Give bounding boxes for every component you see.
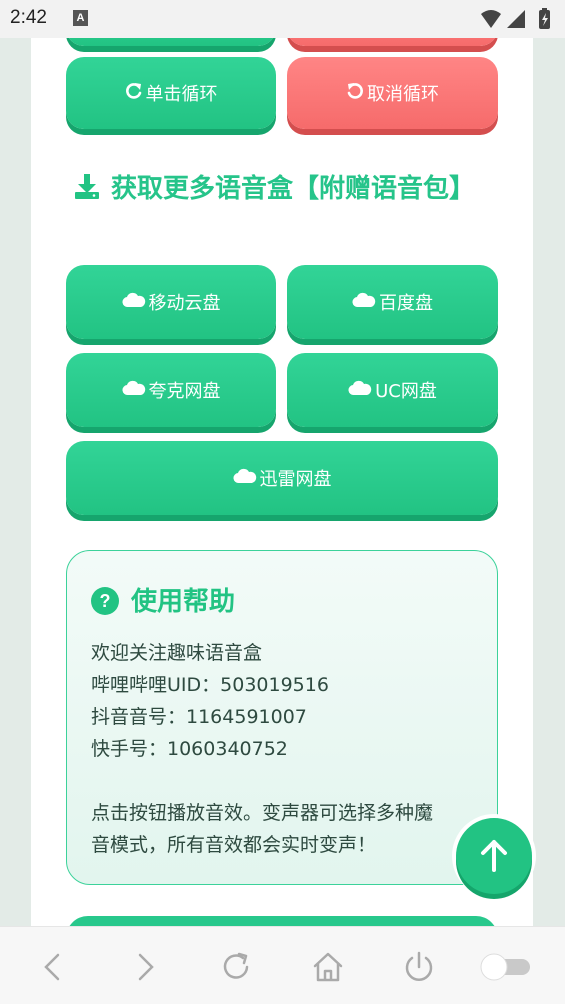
- status-icons: [481, 8, 550, 29]
- cloud-icon: [121, 292, 146, 313]
- quark-cloud-button[interactable]: 夸克网盘: [66, 353, 276, 427]
- next-section-header: [66, 916, 498, 926]
- baidu-cloud-button[interactable]: 百度盘: [287, 265, 498, 339]
- help-title: ? 使用帮助: [91, 581, 235, 618]
- mobile-cloud-button[interactable]: 移动云盘: [66, 265, 276, 339]
- back-icon[interactable]: [36, 949, 72, 985]
- toggle-switch[interactable]: [478, 951, 534, 983]
- uc-cloud-button[interactable]: UC网盘: [287, 353, 498, 427]
- download-icon: [75, 174, 99, 199]
- home-icon[interactable]: [310, 949, 346, 985]
- help-title-text: 使用帮助: [131, 587, 236, 617]
- forward-icon[interactable]: [126, 949, 162, 985]
- help-line-instructions-2: 音模式，所有音效都会实时变声！: [91, 834, 377, 856]
- baidu-cloud-label: 百度盘: [379, 293, 433, 314]
- redo-icon: [125, 82, 143, 105]
- mobile-cloud-label: 移动云盘: [148, 293, 221, 314]
- help-line-welcome: 欢迎关注趣味语音盒: [91, 642, 263, 664]
- xunlei-cloud-button[interactable]: 迅雷网盘: [66, 441, 498, 515]
- arrow-up-icon: [481, 840, 507, 872]
- cloud-icon: [232, 468, 257, 489]
- status-time: 2:42: [10, 7, 47, 28]
- content-card: 单击循环 取消循环 获取更多语音盒【附赠语音包】 移动云盘 百度盘 夸克网盘 U…: [31, 38, 533, 926]
- cloud-icon: [121, 380, 146, 401]
- help-panel: ? 使用帮助 欢迎关注趣味语音盒 哔哩哔哩UID：503019516 抖音音号：1…: [66, 550, 498, 885]
- help-line-instructions-1: 点击按钮播放音效。变声器可选择多种魔: [91, 802, 434, 824]
- help-line-bilibili: 哔哩哔哩UID：503019516: [91, 674, 329, 696]
- page-background: 单击循环 取消循环 获取更多语音盒【附赠语音包】 移动云盘 百度盘 夸克网盘 U…: [0, 38, 565, 926]
- top-cut-red-button[interactable]: [287, 38, 498, 46]
- single-loop-label: 单击循环: [145, 84, 218, 105]
- cloud-icon: [348, 380, 372, 401]
- section-title-text: 获取更多语音盒【附赠语音包】: [111, 174, 476, 204]
- single-loop-button[interactable]: 单击循环: [66, 57, 276, 129]
- top-cut-green-button[interactable]: [66, 38, 276, 46]
- back-to-top-button[interactable]: [456, 818, 532, 894]
- help-line-douyin: 抖音音号：1164591007: [91, 706, 307, 728]
- cloud-icon: [352, 292, 376, 313]
- uc-cloud-label: UC网盘: [375, 381, 437, 402]
- browser-nav-bar: [0, 926, 565, 1004]
- quark-cloud-label: 夸克网盘: [148, 381, 221, 402]
- section-title: 获取更多语音盒【附赠语音包】: [73, 170, 493, 208]
- undo-icon: [346, 82, 364, 105]
- cancel-loop-button[interactable]: 取消循环: [287, 57, 498, 129]
- power-icon[interactable]: [401, 949, 437, 985]
- notification-icon: A: [73, 10, 88, 26]
- refresh-icon[interactable]: [218, 949, 254, 985]
- status-bar: 2:42 A: [0, 0, 565, 38]
- cancel-loop-label: 取消循环: [367, 84, 439, 105]
- xunlei-cloud-label: 迅雷网盘: [259, 469, 332, 490]
- help-line-kuaishou: 快手号：1060340752: [91, 738, 288, 760]
- question-icon: ?: [91, 587, 119, 615]
